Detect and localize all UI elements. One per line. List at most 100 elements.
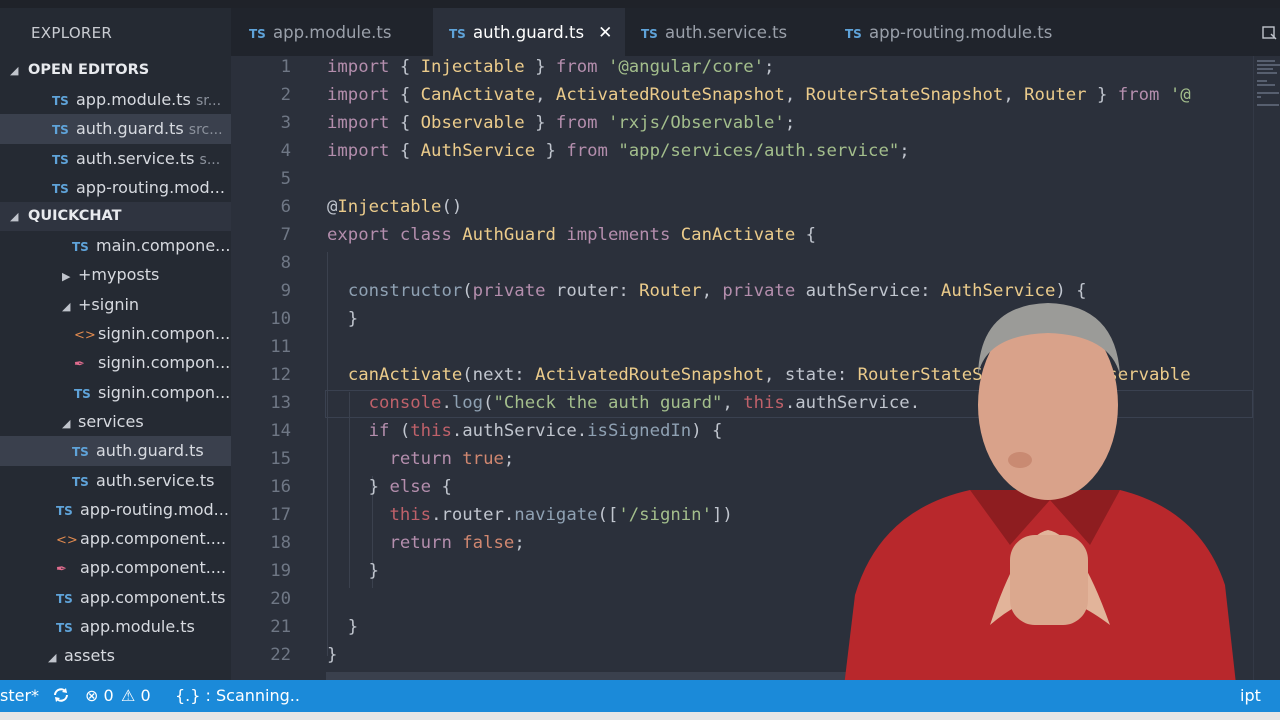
- tree-file[interactable]: TS app-routing.mod...: [0, 495, 231, 524]
- css-icon: ✒: [56, 562, 67, 578]
- open-editor-item[interactable]: TS app-routing.mod...: [0, 173, 231, 202]
- tree-label: app.component....: [80, 558, 227, 578]
- tree-label: +signin: [78, 294, 140, 314]
- sync-icon[interactable]: [52, 680, 70, 712]
- close-icon[interactable]: ✕: [598, 23, 612, 43]
- tree-label: main.compone...: [96, 236, 231, 256]
- warning-icon: ⚠: [121, 686, 136, 705]
- code-line: if (this.authService.isSignedIn) {: [368, 421, 723, 441]
- open-editor-path: sr...: [195, 93, 222, 109]
- chevron-down-icon: ◢: [48, 651, 57, 665]
- tree-file[interactable]: TS signin.compon...: [0, 378, 231, 407]
- open-editors-header[interactable]: ◢ OPEN EDITORS: [0, 56, 231, 85]
- line-number: 11: [270, 337, 291, 357]
- line-number: 6: [280, 197, 291, 217]
- code-line: return false;: [389, 533, 525, 553]
- typescript-icon: TS: [52, 181, 69, 196]
- split-editor-icon[interactable]: [1261, 24, 1277, 40]
- tab-auth-service[interactable]: TS auth.service.ts: [641, 8, 831, 56]
- tab-auth-guard[interactable]: TS auth.guard.ts ✕: [433, 8, 625, 56]
- line-number: 14: [270, 421, 291, 441]
- open-editor-item[interactable]: TS auth.guard.ts src...: [0, 114, 231, 144]
- tree-label: auth.guard.ts: [96, 441, 204, 461]
- code-line: }: [327, 309, 359, 329]
- error-icon: ⊗: [85, 686, 99, 705]
- open-editor-path: src...: [188, 122, 223, 139]
- tree-file[interactable]: ✒ signin.compon...: [0, 348, 231, 377]
- open-editor-item[interactable]: TS app.module.ts sr...: [0, 85, 231, 114]
- tree-folder[interactable]: ◢ assets: [0, 641, 231, 670]
- tree-file[interactable]: TS app.module.ts: [0, 612, 231, 641]
- code-line: import { CanActivate, ActivatedRouteSnap…: [327, 85, 1191, 105]
- tree-folder[interactable]: ▶ +myposts: [0, 260, 231, 289]
- tree-label: app.component....: [80, 529, 227, 549]
- code-line: import { Injectable } from '@angular/cor…: [327, 57, 775, 77]
- scanning-status: {.} : Scanning..: [175, 686, 300, 705]
- warnings-indicator[interactable]: ⚠ 0: [121, 680, 151, 712]
- line-number: 8: [280, 253, 291, 273]
- open-editor-item[interactable]: TS auth.service.ts s...: [0, 144, 231, 173]
- line-number: 18: [270, 533, 291, 553]
- tree-file[interactable]: TS main.compone...: [0, 231, 231, 260]
- tree-label: signin.compon...: [98, 324, 231, 344]
- git-branch[interactable]: ster*: [0, 680, 39, 712]
- tree-folder[interactable]: ◢ +signin: [0, 290, 231, 319]
- code-line: export class AuthGuard implements CanAct…: [327, 225, 817, 245]
- line-number: 10: [270, 309, 291, 329]
- line-number: 1: [280, 57, 291, 77]
- tree-file[interactable]: <> signin.compon...: [0, 319, 231, 348]
- status-bar: ster* ⊗ 0 ⚠ 0 {.} : Scanning.. ipt: [0, 680, 1280, 712]
- code-line: @Injectable(): [327, 197, 463, 217]
- line-number: 22: [270, 645, 291, 665]
- code-line: this.router.navigate(['/signin']): [389, 505, 733, 525]
- typescript-icon: TS: [72, 240, 89, 255]
- chevron-down-icon: ◢: [62, 416, 71, 430]
- bottom-strip: [0, 712, 1280, 720]
- explorer-title: EXPLORER: [31, 24, 113, 42]
- tab-app-module[interactable]: TS app.module.ts: [249, 8, 425, 56]
- line-number: 12: [270, 365, 291, 385]
- tree-file[interactable]: TS app.component.ts: [0, 583, 231, 612]
- tree-label: auth.service.ts: [96, 470, 215, 490]
- project-header[interactable]: ◢ QUICKCHAT: [0, 202, 231, 232]
- horizontal-scrollbar[interactable]: [326, 672, 846, 680]
- errors-indicator[interactable]: ⊗ 0: [85, 680, 114, 712]
- typescript-icon: TS: [52, 123, 69, 138]
- typescript-icon: TS: [641, 27, 658, 41]
- line-number: 20: [270, 589, 291, 609]
- line-number: 3: [280, 113, 291, 133]
- typescript-icon: TS: [449, 27, 466, 41]
- typescript-icon: TS: [56, 621, 73, 636]
- tree-file[interactable]: TS auth.guard.ts: [0, 436, 231, 466]
- line-number: 19: [270, 561, 291, 581]
- tree-file[interactable]: <> app.component....: [0, 524, 231, 553]
- code-line: }: [327, 645, 338, 665]
- line-number: 16: [270, 477, 291, 497]
- tree-label: services: [78, 411, 144, 431]
- open-editor-path: s...: [199, 151, 221, 168]
- tree-folder[interactable]: ◢ services: [0, 407, 231, 436]
- code-line: return true;: [389, 449, 515, 469]
- code-line: import { Observable } from 'rxjs/Observa…: [327, 113, 796, 133]
- typescript-icon: TS: [845, 27, 862, 41]
- typescript-icon: TS: [52, 94, 69, 108]
- html-icon: <>: [74, 328, 96, 344]
- open-editor-label: app-routing.mod...: [76, 177, 225, 197]
- code-line: }: [327, 617, 359, 637]
- line-number: 17: [270, 505, 291, 525]
- language-mode[interactable]: ipt: [1240, 680, 1261, 712]
- editor-tabs: TS app.module.ts TS auth.guard.ts ✕ TS auth.…: [231, 8, 1280, 56]
- code-line: } else {: [327, 477, 452, 497]
- tree-file[interactable]: ✒ app.component....: [0, 553, 231, 582]
- window-title-bar: [0, 0, 1280, 8]
- presenter-webcam-overlay: [840, 303, 1240, 720]
- typescript-icon: TS: [249, 27, 266, 41]
- css-icon: ✒: [74, 357, 85, 373]
- line-number: 5: [280, 169, 291, 189]
- tree-file[interactable]: TS auth.service.ts: [0, 466, 231, 495]
- tree-label: assets: [64, 646, 115, 666]
- html-icon: <>: [56, 533, 78, 549]
- tree-label: app.module.ts: [80, 617, 195, 637]
- tree-label: signin.compon...: [98, 382, 231, 402]
- tab-app-routing-module[interactable]: TS app-routing.module.ts: [845, 8, 1105, 56]
